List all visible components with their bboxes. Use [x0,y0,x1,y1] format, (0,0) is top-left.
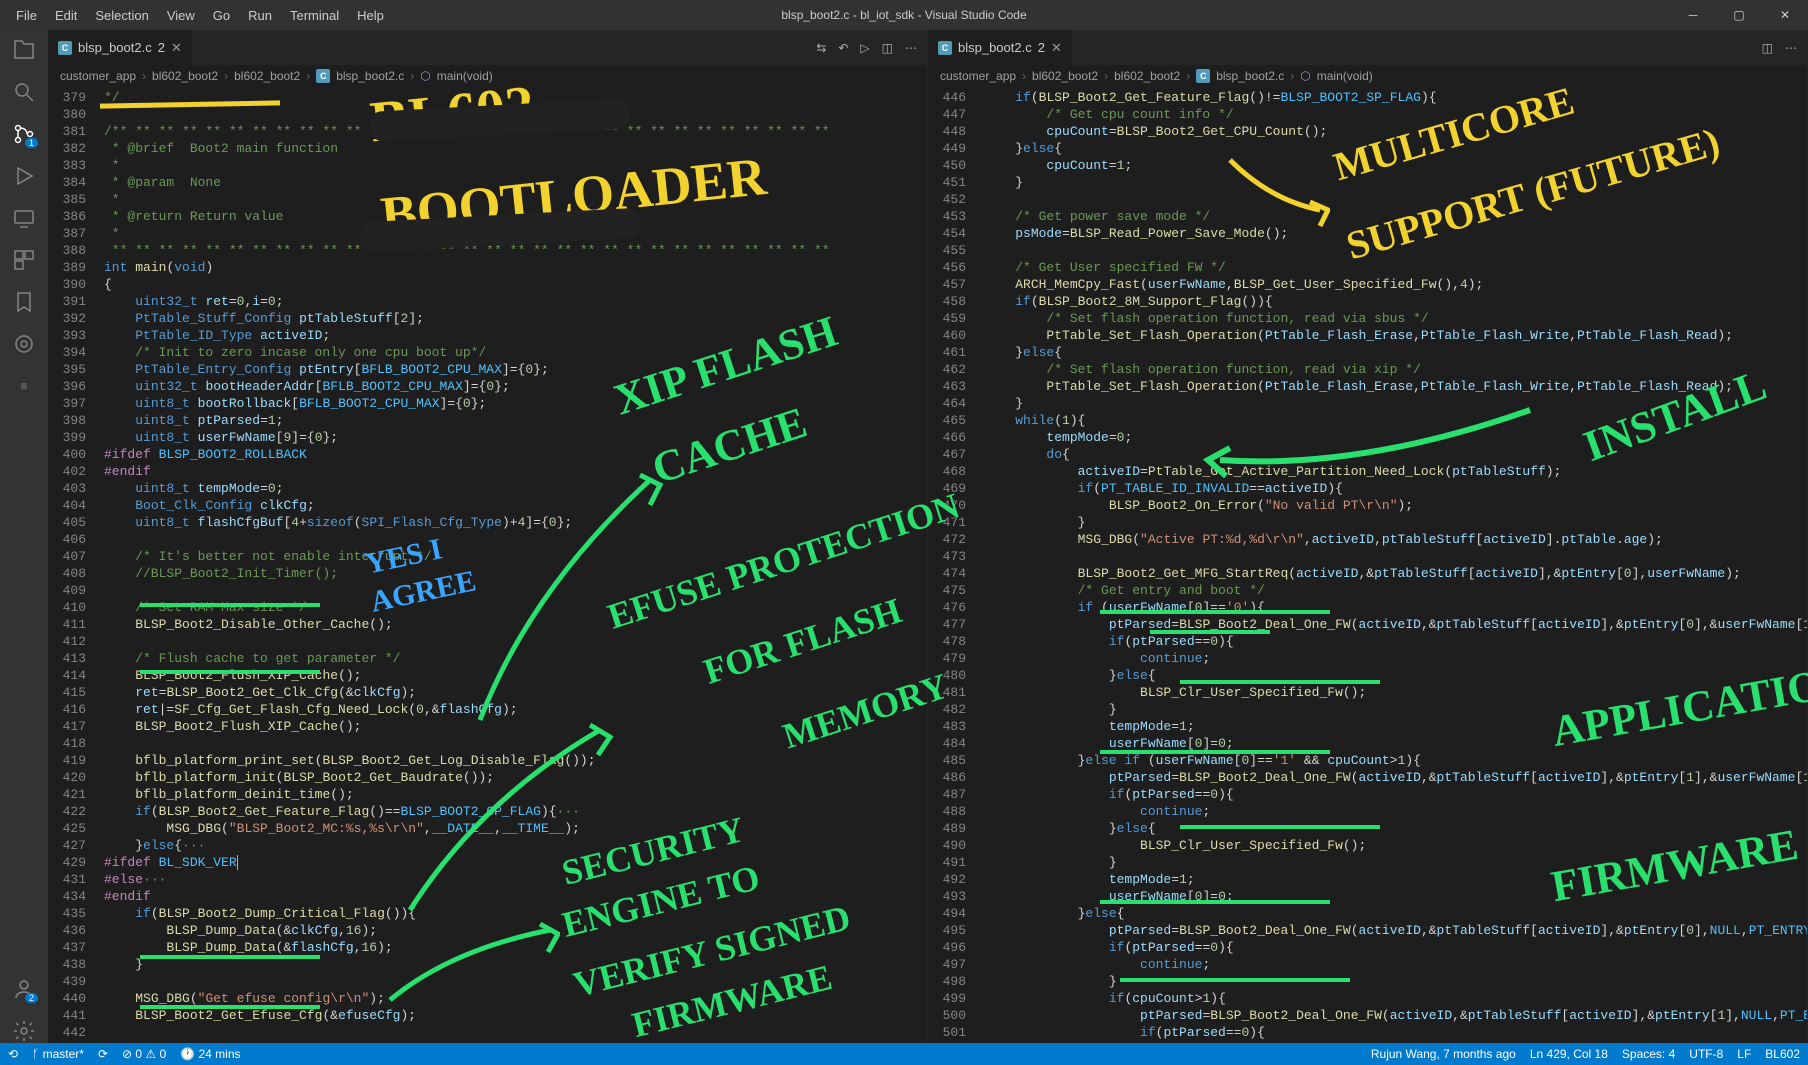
menubar: File Edit Selection View Go Run Terminal… [8,4,392,27]
c-file-icon: C [1196,69,1210,83]
gutter: 4464474484494504514524534544554564574584… [928,87,984,1043]
editor-tab[interactable]: C blsp_boot2.c 2 ✕ [928,30,1073,65]
git-compare-icon[interactable]: ⇆ [816,41,826,55]
editor-group-left: C blsp_boot2.c 2 ✕ ⇆ ↶ ▷ ◫ ⋯ customer_ap… [48,30,928,1043]
more-icon[interactable]: ⋯ [1785,41,1797,55]
close-tab-icon[interactable]: ✕ [1051,40,1062,56]
remote-icon[interactable] [12,206,36,230]
account-icon[interactable]: 2 [12,977,36,1001]
account-badge: 2 [25,993,38,1003]
errors-indicator[interactable]: ⊘ 0 ⚠ 0 [122,1047,166,1061]
sync-indicator[interactable]: ⟳ [98,1047,108,1061]
bc-seg[interactable]: bl602_boot2 [152,69,218,83]
target-icon[interactable] [12,332,36,356]
editor-actions: ⇆ ↶ ▷ ◫ ⋯ [816,30,927,65]
code-area-left[interactable]: 3793803813823833843853863873883893903913… [48,87,927,1043]
editor-group-right: C blsp_boot2.c 2 ✕ ◫ ⋯ customer_app› bl6… [928,30,1808,1043]
c-file-icon: C [316,69,330,83]
bookmark-icon[interactable] [12,290,36,314]
tabbar-right: C blsp_boot2.c 2 ✕ ◫ ⋯ [928,30,1807,65]
menu-terminal[interactable]: Terminal [282,4,347,27]
extensions-icon[interactable] [12,248,36,272]
window-controls: ─ ▢ ✕ [1670,0,1808,30]
search-icon[interactable] [12,80,36,104]
editor-actions: ◫ ⋯ [1762,30,1807,65]
bc-seg[interactable]: blsp_boot2.c [336,69,404,83]
scm-icon[interactable]: 1 [12,122,36,146]
code-area-right[interactable]: 4464474484494504514524534544554564574584… [928,87,1807,1043]
remote-indicator[interactable]: ⟲ [8,1047,18,1061]
split-icon[interactable]: ◫ [882,41,893,55]
code-text[interactable]: */ /** ** ** ** ** ** ** ** ** ** ** ** … [104,87,927,1043]
bc-seg[interactable]: customer_app [940,69,1016,83]
titlebar: File Edit Selection View Go Run Terminal… [0,0,1808,30]
breadcrumb-right[interactable]: customer_app› bl602_boot2› bl602_boot2› … [928,65,1807,87]
gutter: 3793803813823833843853863873883893903913… [48,87,104,1043]
close-window-button[interactable]: ✕ [1762,0,1808,30]
code-text[interactable]: if(BLSP_Boot2_Get_Feature_Flag()!=BLSP_B… [984,87,1807,1043]
menu-edit[interactable]: Edit [47,4,85,27]
window-title: blsp_boot2.c - bl_iot_sdk - Visual Studi… [781,8,1026,22]
tabbar-left: C blsp_boot2.c 2 ✕ ⇆ ↶ ▷ ◫ ⋯ [48,30,927,65]
bc-seg[interactable]: bl602_boot2 [234,69,300,83]
bc-seg[interactable]: bl602_boot2 [1114,69,1180,83]
time-indicator[interactable]: 🕐 24 mins [180,1047,240,1061]
debug-icon[interactable] [12,164,36,188]
lang-indicator[interactable]: BL602 [1765,1047,1800,1061]
minimize-button[interactable]: ─ [1670,0,1716,30]
statusbar: ⟲ ᚶ master* ⟳ ⊘ 0 ⚠ 0 🕐 24 mins Rujun Wa… [0,1043,1808,1065]
branch-indicator[interactable]: ᚶ master* [32,1047,84,1061]
bc-seg[interactable]: customer_app [60,69,136,83]
menu-run[interactable]: Run [240,4,280,27]
menu-view[interactable]: View [159,4,203,27]
cursor-position[interactable]: Ln 429, Col 18 [1530,1047,1608,1061]
activity-bar: 1 ≡ 2 [0,30,48,1043]
close-tab-icon[interactable]: ✕ [171,40,182,56]
bc-seg[interactable]: main(void) [1317,69,1373,83]
split-icon[interactable]: ◫ [1762,41,1773,55]
function-icon: ⬡ [1300,69,1310,83]
bc-seg[interactable]: main(void) [437,69,493,83]
scm-badge: 1 [25,138,38,148]
tab-label: blsp_boot2.c [78,40,152,55]
tab-dirty-count: 2 [158,40,165,55]
gear-icon[interactable] [12,1019,36,1043]
bc-seg[interactable]: bl602_boot2 [1032,69,1098,83]
run-icon[interactable]: ▷ [860,41,869,55]
tab-dirty-count: 2 [1038,40,1045,55]
menu-help[interactable]: Help [349,4,392,27]
eol-indicator[interactable]: LF [1737,1047,1751,1061]
menu-selection[interactable]: Selection [87,4,156,27]
breadcrumb-left[interactable]: customer_app› bl602_boot2› bl602_boot2› … [48,65,927,87]
git-author[interactable]: Rujun Wang, 7 months ago [1371,1047,1516,1061]
bc-seg[interactable]: blsp_boot2.c [1216,69,1284,83]
maximize-button[interactable]: ▢ [1716,0,1762,30]
menu-go[interactable]: Go [205,4,238,27]
c-file-icon: C [58,41,72,55]
indent-indicator[interactable]: Spaces: 4 [1622,1047,1675,1061]
list-icon[interactable]: ≡ [12,374,36,398]
tab-label: blsp_boot2.c [958,40,1032,55]
editor-area: C blsp_boot2.c 2 ✕ ⇆ ↶ ▷ ◫ ⋯ customer_ap… [48,30,1808,1043]
encoding-indicator[interactable]: UTF-8 [1689,1047,1723,1061]
editor-tab[interactable]: C blsp_boot2.c 2 ✕ [48,30,193,65]
c-file-icon: C [938,41,952,55]
more-icon[interactable]: ⋯ [905,41,917,55]
function-icon: ⬡ [420,69,430,83]
menu-file[interactable]: File [8,4,45,27]
explorer-icon[interactable] [12,38,36,62]
revert-icon[interactable]: ↶ [838,41,848,55]
